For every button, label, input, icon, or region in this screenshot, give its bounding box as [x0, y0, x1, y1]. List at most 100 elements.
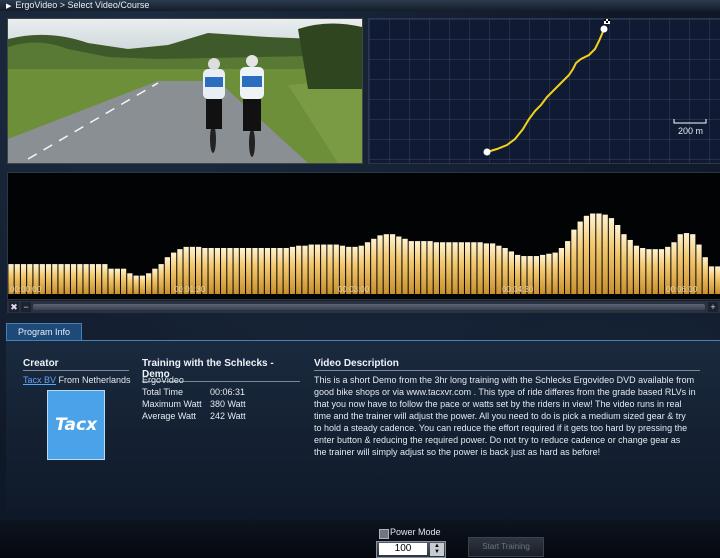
- profile-bar: [615, 225, 621, 294]
- total-time-label: Total Time: [142, 387, 184, 397]
- profile-bar: [120, 268, 127, 294]
- profile-bar: [458, 242, 464, 294]
- power-profile-chart[interactable]: 00:00:00 00:01:30 00:03:00 00:04:30 00:0…: [7, 172, 720, 300]
- profile-bar: [289, 246, 296, 294]
- bottom-bar: [0, 520, 720, 558]
- creator-heading: Creator: [23, 358, 129, 371]
- description-heading: Video Description: [314, 358, 700, 371]
- route-overlay: [483, 19, 707, 156]
- description-line: that you now have to follow the pace or …: [314, 399, 682, 409]
- profile-bar: [102, 264, 108, 294]
- profile-bar: [439, 242, 446, 294]
- profile-bar: [146, 273, 152, 294]
- creator-info: Tacx BV From Netherlands: [23, 374, 131, 386]
- profile-bar: [596, 213, 602, 294]
- time-label-3: 00:04:30: [502, 285, 534, 294]
- profile-bar: [477, 242, 483, 294]
- description-line: to hold a steady cadence. You can reduce…: [314, 423, 688, 433]
- profile-bar: [496, 245, 502, 294]
- scale-label: 200 m: [678, 126, 704, 136]
- route-map[interactable]: 200 m: [368, 18, 720, 164]
- profile-bar: [421, 241, 427, 294]
- profile-bar: [396, 236, 402, 294]
- profile-bar: [533, 256, 540, 294]
- video-preview[interactable]: [7, 18, 363, 164]
- profile-bar: [577, 221, 583, 294]
- profile-bar: [127, 273, 133, 294]
- profile-bar: [233, 248, 239, 294]
- max-watt-label: Maximum Watt: [142, 399, 202, 409]
- profile-bar: [283, 248, 289, 294]
- profile-bar: [321, 244, 327, 294]
- profile-bar: [70, 264, 77, 294]
- profile-bar: [658, 249, 665, 294]
- profile-bar: [389, 234, 396, 294]
- creator-from: From Netherlands: [58, 375, 131, 385]
- profile-bar: [546, 253, 552, 294]
- tab-program-info[interactable]: Program Info: [6, 323, 82, 341]
- profile-bar: [114, 268, 120, 294]
- profile-bar: [646, 249, 652, 294]
- profile-bar: [433, 242, 439, 294]
- description-line: time and the trainer will adjust the pow…: [314, 411, 686, 421]
- profile-bar: [371, 238, 377, 294]
- zoom-out-button[interactable]: −: [21, 302, 31, 312]
- power-mode-label: Power Mode: [390, 527, 441, 537]
- profile-bar: [271, 248, 277, 294]
- profile-bar: [252, 248, 258, 294]
- profile-bar: [58, 264, 64, 294]
- profile-bar: [133, 275, 139, 294]
- profile-bar: [402, 238, 408, 294]
- route-start-marker: [483, 148, 491, 156]
- start-training-button[interactable]: Start Training: [468, 537, 544, 557]
- power-mode-checkbox[interactable]: [379, 529, 389, 539]
- total-time-value: 00:06:31: [210, 387, 246, 397]
- profile-bar: [377, 235, 383, 294]
- tacx-logo: Tacx: [47, 390, 105, 460]
- time-label-2: 00:03:00: [338, 285, 370, 294]
- profile-bar: [308, 244, 314, 294]
- profile-bar: [590, 213, 596, 294]
- profile-bar: [164, 257, 171, 294]
- profile-bar: [208, 248, 214, 294]
- profile-bar: [571, 229, 577, 294]
- profile-bar: [558, 248, 565, 294]
- profile-bar: [246, 248, 252, 294]
- profile-bar: [383, 234, 389, 294]
- finish-flag-icon: [604, 19, 610, 24]
- description-line: This is a short Demo from the 3hr long t…: [314, 375, 695, 385]
- avg-watt-value: 242 Watt: [210, 411, 246, 421]
- profile-bar: [696, 244, 702, 294]
- fit-icon[interactable]: ✖: [9, 302, 19, 312]
- profile-bar: [621, 234, 627, 294]
- creator-link[interactable]: Tacx BV: [23, 375, 56, 385]
- scale-bar: [673, 119, 707, 124]
- profile-bar: [277, 248, 283, 294]
- route-end-marker: [600, 25, 608, 33]
- profile-bar: [296, 245, 302, 294]
- profile-bar: [652, 249, 658, 294]
- profile-bar: [221, 248, 227, 294]
- profile-bar: [627, 239, 633, 294]
- profile-bar: [214, 248, 221, 294]
- profile-bar: [239, 248, 246, 294]
- time-label-0: 00:00:00: [10, 285, 42, 294]
- profile-bar: [702, 257, 708, 294]
- profile-bar: [414, 241, 421, 294]
- profile-bar: [83, 264, 89, 294]
- spin-arrows-icon[interactable]: ▲ ▼: [430, 543, 444, 556]
- power-value-input[interactable]: 100: [379, 543, 427, 555]
- profile-bar: [139, 275, 145, 294]
- zoom-in-button[interactable]: +: [708, 302, 718, 312]
- power-stepper[interactable]: 100 ▲ ▼: [376, 541, 446, 558]
- profile-bar: [489, 243, 496, 294]
- timeline-track[interactable]: [33, 304, 705, 310]
- description-line: enter button & reducing the required pow…: [314, 435, 681, 445]
- profile-bar: [258, 248, 264, 294]
- timeline-scrollbar[interactable]: ✖ − +: [7, 301, 720, 313]
- profile-bar: [45, 264, 52, 294]
- profile-bar: [264, 248, 271, 294]
- profile-bar: [64, 264, 70, 294]
- profile-bar: [565, 241, 571, 294]
- profile-bar: [633, 245, 640, 294]
